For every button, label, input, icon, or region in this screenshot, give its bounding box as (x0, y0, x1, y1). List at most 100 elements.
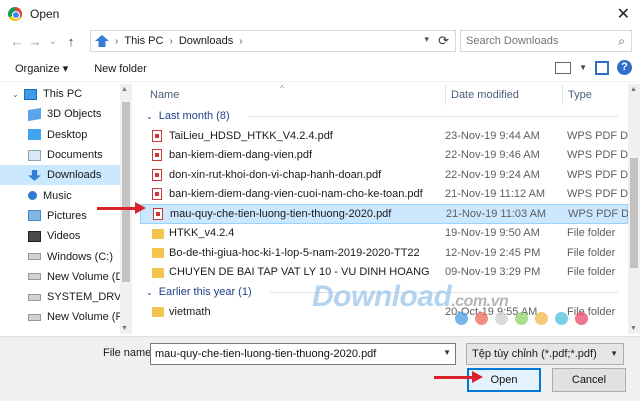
forward-arrow-icon[interactable]: → (26, 34, 44, 49)
pdf-file-icon (152, 129, 162, 142)
videos-icon (28, 230, 41, 242)
watermark-dot (475, 312, 488, 325)
column-header-name[interactable]: Name (150, 89, 179, 101)
file-date: 21-Nov-19 11:03 AM (446, 207, 547, 220)
cube-icon (28, 107, 41, 122)
file-name: mau-quy-che-tien-luong-tien-thuong-2020.… (170, 207, 392, 220)
up-arrow-icon[interactable]: ↑ (62, 34, 80, 49)
breadcrumb-separator: › (239, 35, 243, 47)
view-options-icon[interactable] (555, 61, 572, 74)
folder-row[interactable]: HTKK_v4.2.4 19-Nov-19 9:50 AM File folde… (140, 224, 628, 244)
file-row[interactable]: TaiLieu_HDSD_HTKK_V4.2.4.pdf 23-Nov-19 9… (140, 126, 628, 146)
file-type-filter[interactable]: Tệp tùy chỉnh (*.pdf;*.pdf) ▼ (466, 343, 624, 365)
drive-icon (28, 253, 41, 261)
watermark-dot (495, 312, 508, 325)
scroll-up-icon[interactable]: ▲ (121, 86, 128, 93)
sidebar-item-this-pc[interactable]: ⌄ This PC (0, 84, 132, 104)
group-label: Last month (8) (158, 110, 230, 122)
folder-icon (152, 267, 164, 278)
sidebar-item-system-drv-e[interactable]: SYSTEM_DRV (E:) (0, 287, 132, 307)
file-row-selected[interactable]: mau-quy-che-tien-luong-tien-thuong-2020.… (140, 204, 628, 224)
music-icon (28, 191, 37, 201)
expand-chevron-icon[interactable]: ⌄ (12, 90, 19, 99)
file-type: File folder (567, 246, 616, 259)
breadcrumb-downloads[interactable]: Downloads (179, 35, 233, 47)
group-label: Earlier this year (1) (158, 286, 252, 298)
sidebar-item-new-volume-d[interactable]: New Volume (D:) (0, 267, 132, 287)
chrome-icon (8, 7, 22, 21)
pc-icon (24, 88, 37, 100)
pdf-file-icon (153, 207, 163, 220)
view-dropdown-icon[interactable]: ▼ (579, 63, 587, 72)
watermark-dot (535, 312, 548, 325)
drive-icon (28, 313, 41, 321)
watermark-dot (455, 312, 468, 325)
file-list-scrollbar[interactable]: ▲ ▼ (628, 84, 640, 334)
sort-caret-icon: ^ (280, 84, 284, 93)
download-watermark: Download.com.vn (312, 280, 509, 314)
sidebar-item-3d-objects[interactable]: 3D Objects (0, 104, 132, 124)
sidebar-item-label: Downloads (47, 169, 102, 182)
address-dropdown-icon[interactable]: ▾ (424, 34, 429, 45)
scroll-down-icon[interactable]: ▼ (630, 325, 637, 332)
file-date: 19-Nov-19 9:50 AM (445, 227, 540, 240)
sidebar-item-downloads[interactable]: Downloads (0, 165, 132, 186)
file-list-scroll-thumb[interactable] (630, 158, 638, 268)
scroll-down-icon[interactable]: ▼ (121, 325, 128, 332)
new-folder-button[interactable]: New folder (94, 63, 147, 75)
pictures-icon (28, 210, 41, 222)
recent-locations-dropdown-icon[interactable]: ⌄ (44, 36, 62, 47)
file-name-input[interactable] (151, 344, 436, 364)
sidebar-scroll-thumb[interactable] (122, 102, 130, 282)
file-type: WPS PDF Do (567, 188, 628, 201)
file-name-combobox[interactable]: ▼ (150, 343, 456, 365)
file-row[interactable]: don-xin-rut-khoi-don-vi-chap-hanh-doan.p… (140, 165, 628, 185)
file-type: WPS PDF Do (567, 129, 628, 142)
file-name-label: File name: (103, 347, 155, 359)
preview-pane-icon[interactable] (595, 60, 609, 75)
group-header-last-month[interactable]: ⌄ Last month (8) (140, 106, 628, 126)
sidebar-item-music[interactable]: Music (0, 185, 132, 205)
close-icon[interactable]: ✕ (617, 4, 630, 24)
search-box[interactable]: ⌕ (460, 30, 632, 52)
watermark-text: Download (312, 280, 452, 313)
sidebar-item-label: Desktop (47, 128, 88, 141)
desktop-icon (28, 129, 41, 141)
collapse-chevron-icon[interactable]: ⌄ (146, 112, 153, 121)
cancel-button[interactable]: Cancel (552, 368, 626, 392)
back-arrow-icon[interactable]: ← (8, 34, 26, 49)
documents-icon (28, 149, 41, 161)
file-name: TaiLieu_HDSD_HTKK_V4.2.4.pdf (169, 129, 333, 142)
pdf-file-icon (152, 149, 162, 162)
search-input[interactable] (461, 31, 611, 51)
sidebar-item-videos[interactable]: Videos (0, 226, 132, 246)
organize-button[interactable]: Organize ▾ (15, 62, 68, 75)
collapse-chevron-icon[interactable]: ⌄ (146, 288, 153, 297)
scroll-up-icon[interactable]: ▲ (630, 86, 637, 93)
file-row[interactable]: ban-kiem-diem-dang-vien-cuoi-nam-cho-ke-… (140, 185, 628, 205)
column-headers: ^ Name Date modified Type (140, 84, 628, 106)
file-row[interactable]: ban-kiem-diem-dang-vien.pdf 22-Nov-19 9:… (140, 146, 628, 166)
folder-icon (152, 248, 164, 258)
file-name: Bo-de-thi-giua-hoc-ki-1-lop-5-nam-2019-2… (169, 246, 420, 259)
breadcrumb-this-pc[interactable]: This PC (124, 35, 163, 47)
sidebar-item-desktop[interactable]: Desktop (0, 125, 132, 145)
address-bar[interactable]: › This PC › Downloads › ▾ ⟳ (90, 30, 456, 52)
column-header-date-modified[interactable]: Date modified (445, 85, 519, 105)
filter-dropdown-icon[interactable]: ▼ (610, 344, 618, 364)
refresh-icon[interactable]: ⟳ (438, 33, 449, 49)
help-icon[interactable]: ? (617, 60, 632, 75)
sidebar-item-new-volume-f[interactable]: New Volume (F:) (0, 307, 132, 327)
file-date: 09-Nov-19 3:29 PM (445, 266, 541, 279)
navigation-bar: ← → ⌄ ↑ › This PC › Downloads › ▾ ⟳ ⌕ (0, 28, 640, 54)
sidebar-item-label: 3D Objects (47, 108, 102, 121)
file-name-dropdown-icon[interactable]: ▼ (443, 348, 451, 357)
sidebar-item-label: New Volume (D:) (47, 270, 131, 283)
column-header-type[interactable]: Type (562, 85, 592, 105)
watermark-dots (455, 312, 588, 325)
command-toolbar: Organize ▾ New folder ▼ ? (0, 56, 640, 82)
sidebar-item-windows-c[interactable]: Windows (C:) (0, 246, 132, 266)
sidebar-item-label: Videos (47, 230, 81, 243)
folder-row[interactable]: Bo-de-thi-giua-hoc-ki-1-lop-5-nam-2019-2… (140, 243, 628, 263)
sidebar-item-documents[interactable]: Documents (0, 145, 132, 165)
